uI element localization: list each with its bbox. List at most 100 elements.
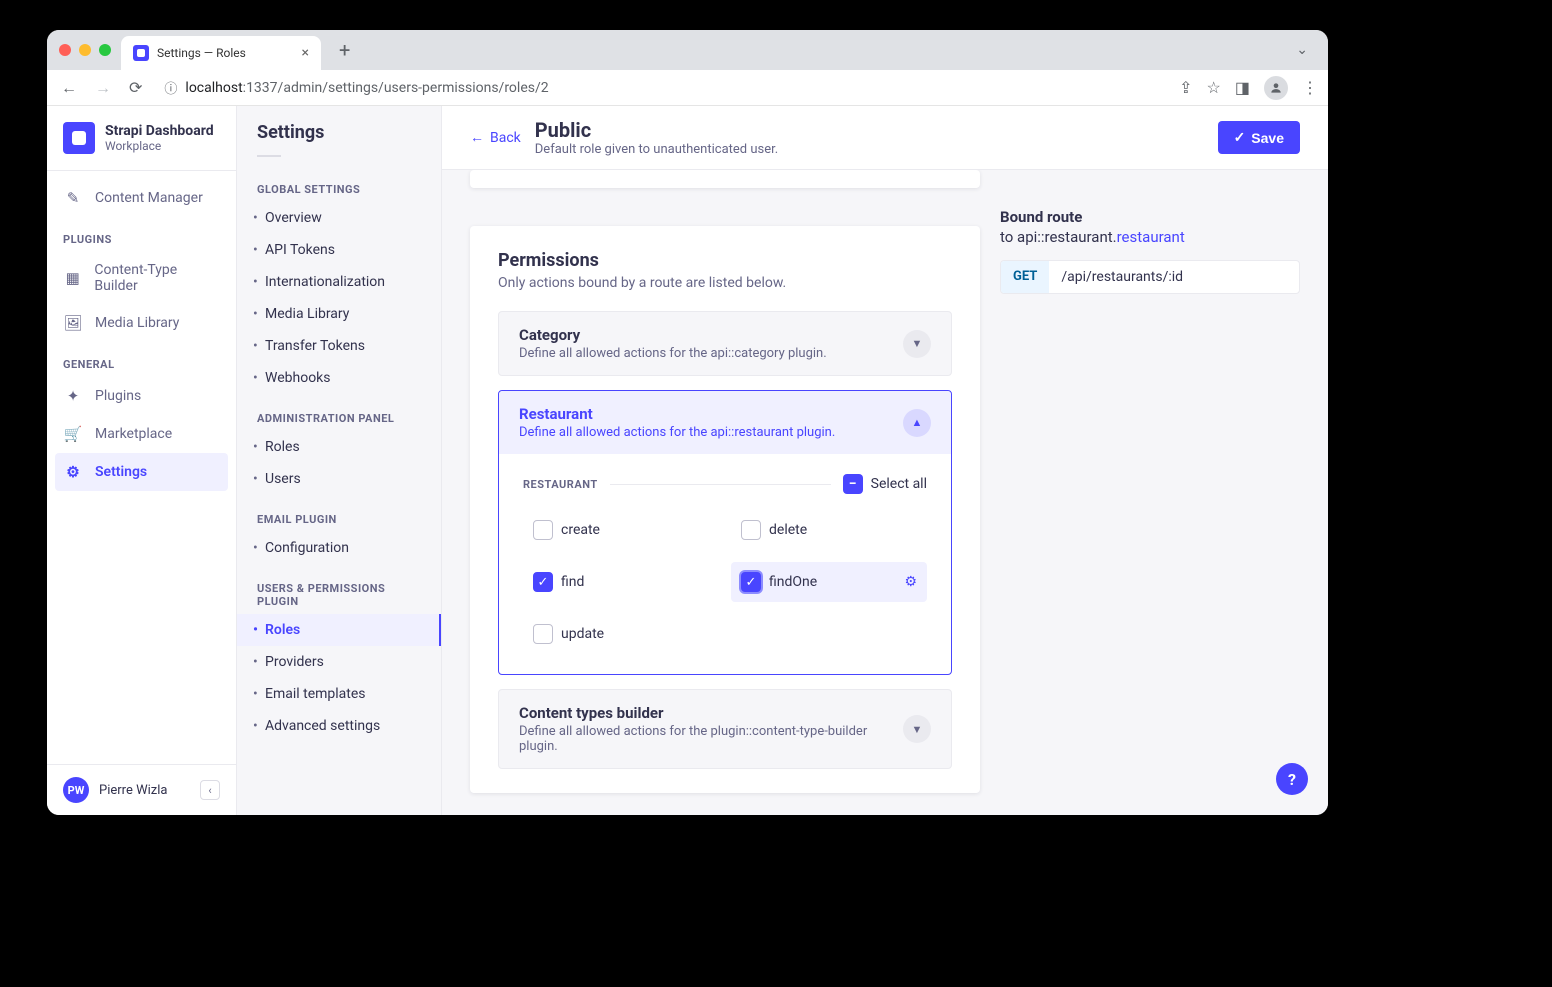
window-controls <box>59 44 111 56</box>
address-bar[interactable]: ⓘ localhost:1337/admin/settings/users-pe… <box>156 78 1169 97</box>
maximize-window-icon[interactable] <box>99 44 111 56</box>
new-tab-button[interactable]: + <box>331 36 358 64</box>
sidebar-nav: ✎ Content Manager PLUGINS ▦ Content-Type… <box>47 171 236 764</box>
collapse-sidebar-button[interactable]: ‹ <box>200 780 220 800</box>
accordion-title: Content types builder <box>519 704 903 722</box>
subnav-item-admin-users[interactable]: Users <box>237 463 441 495</box>
tabs-dropdown-icon[interactable]: ⌄ <box>1288 38 1316 62</box>
help-button[interactable]: ? <box>1276 763 1308 795</box>
layout-icon: ▦ <box>63 269 82 287</box>
route-subtitle: to api::restaurant.restaurant <box>1000 228 1300 246</box>
page-subtitle: Default role given to unauthenticated us… <box>535 142 778 157</box>
subnav-item-webhooks[interactable]: Webhooks <box>237 362 441 394</box>
action-delete[interactable]: delete <box>731 510 927 550</box>
url-host: localhost:1337/admin/settings/users-perm… <box>185 80 548 96</box>
subnav-item-up-email-templates[interactable]: Email templates <box>237 678 441 710</box>
app-title: Strapi Dashboard <box>105 123 214 139</box>
chevron-down-icon: ▼ <box>903 330 931 358</box>
accordion-category: Category Define all allowed actions for … <box>498 311 952 376</box>
check-icon: ✓ <box>1234 129 1246 146</box>
accordion-header[interactable]: Restaurant Define all allowed actions fo… <box>499 391 951 454</box>
close-tab-icon[interactable]: × <box>302 45 309 61</box>
browser-tab[interactable]: Settings — Roles × <box>121 36 321 70</box>
chevron-up-icon: ▲ <box>903 409 931 437</box>
share-icon[interactable]: ⇪ <box>1179 78 1192 97</box>
browser-window: Settings — Roles × + ⌄ ← → ⟳ ⓘ localhost… <box>47 30 1328 815</box>
subnav-item-up-providers[interactable]: Providers <box>237 646 441 678</box>
subnav-item-overview[interactable]: Overview <box>237 202 441 234</box>
sidebar-item-settings[interactable]: ⚙ Settings <box>55 453 228 491</box>
accordion-subtitle: Define all allowed actions for the api::… <box>519 425 903 440</box>
subnav-item-up-roles[interactable]: Roles <box>237 614 441 646</box>
action-group-label: RESTAURANT <box>523 478 598 491</box>
browser-actions: ⇪ ☆ ◨ ⋮ <box>1179 76 1318 100</box>
image-icon: 🖼 <box>63 314 83 332</box>
sidebar-item-media-library[interactable]: 🖼 Media Library <box>47 304 236 342</box>
tab-title: Settings — Roles <box>157 46 246 60</box>
reload-icon[interactable]: ⟳ <box>125 74 146 101</box>
checkbox-checked[interactable]: ✓ <box>533 572 553 592</box>
gear-icon[interactable]: ⚙ <box>904 574 917 590</box>
sidebar-section-plugins: PLUGINS <box>47 217 236 252</box>
action-name: update <box>561 626 604 642</box>
sidebar-item-marketplace[interactable]: 🛒 Marketplace <box>47 415 236 453</box>
card-peek <box>470 170 980 188</box>
select-all-toggle[interactable]: − Select all <box>843 474 927 494</box>
accordion-header[interactable]: Category Define all allowed actions for … <box>499 312 951 375</box>
site-info-icon[interactable]: ⓘ <box>164 78 177 97</box>
close-window-icon[interactable] <box>59 44 71 56</box>
subnav-item-media-library[interactable]: Media Library <box>237 298 441 330</box>
select-all-label: Select all <box>871 476 927 492</box>
minimize-window-icon[interactable] <box>79 44 91 56</box>
bookmark-icon[interactable]: ☆ <box>1207 78 1221 97</box>
route-path: /api/restaurants/:id <box>1049 261 1195 293</box>
action-update[interactable]: update <box>523 614 719 654</box>
profile-icon[interactable] <box>1264 76 1288 100</box>
overflow-menu-icon[interactable]: ⋮ <box>1302 78 1318 97</box>
back-button[interactable]: ← Back <box>470 129 521 146</box>
save-label: Save <box>1251 130 1284 146</box>
subnav-item-api-tokens[interactable]: API Tokens <box>237 234 441 266</box>
app-shell: Strapi Dashboard Workplace ✎ Content Man… <box>47 106 1328 815</box>
back-label: Back <box>490 130 521 146</box>
sidebar-item-label: Content Manager <box>95 190 203 206</box>
subnav-title: Settings <box>237 122 441 165</box>
checkbox[interactable] <box>741 520 761 540</box>
sidebar-section-general: GENERAL <box>47 342 236 377</box>
sidebar-item-content-type-builder[interactable]: ▦ Content-Type Builder <box>47 252 236 304</box>
checkbox[interactable] <box>533 624 553 644</box>
accordion-content-types-builder: Content types builder Define all allowed… <box>498 689 952 769</box>
arrow-left-icon: ← <box>470 129 484 146</box>
checkbox-checked-focused[interactable]: ✓ <box>741 572 761 592</box>
user-name: Pierre Wizla <box>99 783 190 798</box>
sidebar-item-label: Plugins <box>95 388 141 404</box>
page-title: Public <box>535 118 778 142</box>
accordion-title: Restaurant <box>519 405 903 423</box>
action-name: find <box>561 574 584 590</box>
checkbox[interactable] <box>533 520 553 540</box>
accordion-title: Category <box>519 326 903 344</box>
save-button[interactable]: ✓ Save <box>1218 121 1300 154</box>
sidebar-item-content-manager[interactable]: ✎ Content Manager <box>47 179 236 217</box>
accordion-header[interactable]: Content types builder Define all allowed… <box>499 690 951 768</box>
action-find[interactable]: ✓ find <box>523 562 719 602</box>
subnav-item-email-configuration[interactable]: Configuration <box>237 532 441 564</box>
browser-toolbar: ← → ⟳ ⓘ localhost:1337/admin/settings/us… <box>47 70 1328 106</box>
main-nav-sidebar: Strapi Dashboard Workplace ✎ Content Man… <box>47 106 237 815</box>
pencil-icon: ✎ <box>63 189 83 207</box>
user-avatar[interactable]: PW <box>63 777 89 803</box>
subnav-item-internationalization[interactable]: Internationalization <box>237 266 441 298</box>
browser-titlebar: Settings — Roles × + ⌄ <box>47 30 1328 70</box>
subnav-item-admin-roles[interactable]: Roles <box>237 431 441 463</box>
route-box: GET /api/restaurants/:id <box>1000 260 1300 294</box>
panel-icon[interactable]: ◨ <box>1235 78 1250 97</box>
permissions-title: Permissions <box>498 250 952 271</box>
back-icon[interactable]: ← <box>57 74 81 102</box>
action-name: findOne <box>769 574 817 590</box>
action-create[interactable]: create <box>523 510 719 550</box>
subnav-item-up-advanced-settings[interactable]: Advanced settings <box>237 710 441 742</box>
action-findone[interactable]: ✓ findOne ⚙ <box>731 562 927 602</box>
actions-grid: create delete ✓ find <box>523 510 927 654</box>
sidebar-item-plugins[interactable]: ✦ Plugins <box>47 377 236 415</box>
subnav-item-transfer-tokens[interactable]: Transfer Tokens <box>237 330 441 362</box>
